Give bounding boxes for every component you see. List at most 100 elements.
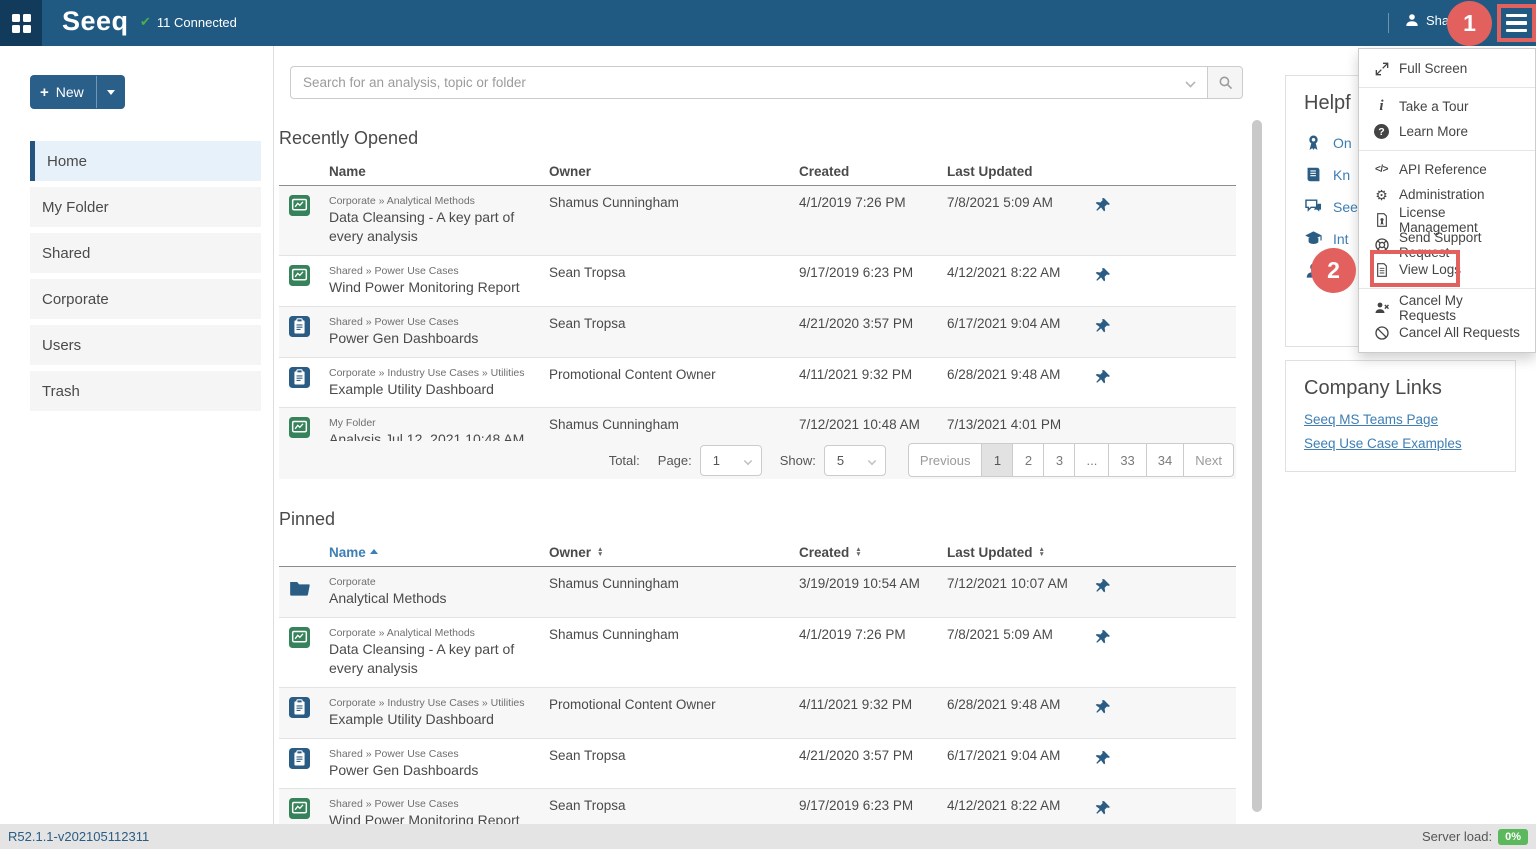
- page-button-1[interactable]: 1: [981, 443, 1013, 477]
- sidebar-item-home[interactable]: Home: [30, 141, 261, 181]
- new-button[interactable]: + New: [30, 75, 125, 109]
- column-header-owner-sort[interactable]: Owner ▲▼: [549, 541, 799, 566]
- search-button[interactable]: [1207, 66, 1243, 99]
- info-icon: i: [1373, 98, 1390, 115]
- sidebar-item-shared[interactable]: Shared: [30, 233, 261, 273]
- hamburger-menu-button[interactable]: [1497, 4, 1536, 42]
- breadcrumb[interactable]: Shared » Power Use Cases: [329, 316, 541, 328]
- server-load-badge: 0%: [1498, 829, 1528, 845]
- pin-icon[interactable]: [1094, 699, 1111, 716]
- menu-item-license-management[interactable]: License Management: [1359, 207, 1535, 232]
- pin-icon[interactable]: [1094, 629, 1111, 646]
- page-button-33[interactable]: 33: [1108, 443, 1146, 477]
- top-navbar: Seeq ✔ 11 Connected Sha: [0, 0, 1536, 46]
- breadcrumb[interactable]: Shared » Power Use Cases: [329, 798, 541, 810]
- table-row: Shared » Power Use Cases Wind Power Moni…: [279, 256, 1236, 307]
- vertical-scrollbar[interactable]: [1252, 120, 1262, 812]
- column-header-last-updated-sort[interactable]: Last Updated ▲▼: [947, 541, 1086, 566]
- menu-divider: [1359, 87, 1535, 88]
- breadcrumb[interactable]: Corporate: [329, 576, 541, 588]
- menu-item-administration[interactable]: ⚙ Administration: [1359, 182, 1535, 207]
- sidebar-item-users[interactable]: Users: [30, 325, 261, 365]
- chevron-down-icon: [868, 456, 876, 464]
- menu-item-api-reference[interactable]: </> API Reference: [1359, 157, 1535, 182]
- column-header-created-sort[interactable]: Created ▲▼: [799, 541, 947, 566]
- folder-icon: [289, 579, 310, 596]
- menu-divider: [1359, 150, 1535, 151]
- page-button-34[interactable]: 34: [1146, 443, 1184, 477]
- created-cell: 4/21/2020 3:57 PM: [799, 307, 947, 357]
- created-cell: 3/19/2019 10:54 AM: [799, 567, 947, 617]
- item-name-link[interactable]: Wind Power Monitoring Report: [329, 278, 541, 297]
- previous-page-button[interactable]: Previous: [908, 443, 983, 477]
- main-content: Recently Opened Name Owner Created Last …: [275, 46, 1268, 824]
- breadcrumb[interactable]: Shared » Power Use Cases: [329, 265, 541, 277]
- navbar-divider: [1388, 13, 1389, 33]
- topic-icon: [289, 367, 310, 388]
- item-name-link[interactable]: Power Gen Dashboards: [329, 329, 541, 348]
- chevron-down-icon[interactable]: [107, 90, 115, 95]
- sort-both-icon: ▲▼: [855, 548, 861, 557]
- user-menu[interactable]: Sha: [1404, 12, 1449, 28]
- menu-item-take-a-tour[interactable]: i Take a Tour: [1359, 94, 1535, 119]
- table-row: Corporate Analytical Methods Shamus Cunn…: [279, 567, 1236, 618]
- item-name-link[interactable]: Example Utility Dashboard: [329, 380, 541, 399]
- breadcrumb[interactable]: Corporate » Analytical Methods: [329, 195, 541, 207]
- pin-icon[interactable]: [1094, 369, 1111, 386]
- sidebar-item-corporate[interactable]: Corporate: [30, 279, 261, 319]
- pin-icon[interactable]: [1094, 318, 1111, 335]
- show-select[interactable]: 5: [824, 445, 886, 476]
- owner-cell: Sean Tropsa: [549, 739, 799, 789]
- page-label: Page:: [658, 453, 692, 468]
- item-name-link[interactable]: Data Cleansing - A key part of every ana…: [329, 640, 541, 678]
- ban-icon: [1373, 324, 1390, 341]
- apps-grid-icon: [12, 14, 31, 33]
- created-cell: 4/1/2019 7:26 PM: [799, 618, 947, 687]
- item-name-link[interactable]: Data Cleansing - A key part of every ana…: [329, 208, 541, 246]
- page-select[interactable]: 1: [700, 445, 762, 476]
- breadcrumb[interactable]: Shared » Power Use Cases: [329, 748, 541, 760]
- seeq-logo[interactable]: Seeq: [62, 6, 129, 37]
- status-bar: R52.1.1-v202105112311 Server load: 0%: [0, 824, 1536, 849]
- pin-icon[interactable]: [1094, 267, 1111, 284]
- company-link-teams[interactable]: Seeq MS Teams Page: [1304, 412, 1497, 427]
- breadcrumb[interactable]: Corporate » Industry Use Cases » Utiliti…: [329, 367, 541, 379]
- column-header-name-sort[interactable]: Name: [329, 541, 549, 566]
- connection-status-label: 11 Connected: [157, 15, 237, 30]
- next-page-button[interactable]: Next: [1183, 443, 1234, 477]
- apps-grid-button[interactable]: [0, 0, 42, 46]
- item-name-link[interactable]: Analytical Methods: [329, 589, 541, 608]
- created-cell: 9/17/2019 6:23 PM: [799, 256, 947, 306]
- item-name-link[interactable]: Example Utility Dashboard: [329, 710, 541, 729]
- server-load-label: Server load:: [1422, 829, 1492, 844]
- search-icon: [1217, 74, 1234, 91]
- page-ellipsis[interactable]: ...: [1074, 443, 1109, 477]
- pin-icon[interactable]: [1094, 800, 1111, 817]
- pin-icon[interactable]: [1094, 578, 1111, 595]
- company-link-use-cases[interactable]: Seeq Use Case Examples: [1304, 436, 1497, 451]
- connection-status[interactable]: ✔ 11 Connected: [140, 14, 237, 30]
- page-button-2[interactable]: 2: [1012, 443, 1044, 477]
- search-input[interactable]: [290, 66, 1207, 99]
- table-row: Shared » Power Use Cases Power Gen Dashb…: [279, 307, 1236, 358]
- menu-item-full-screen[interactable]: Full Screen: [1359, 56, 1535, 81]
- menu-item-cancel-my-requests[interactable]: Cancel My Requests: [1359, 295, 1535, 320]
- breadcrumb[interactable]: Corporate » Analytical Methods: [329, 627, 541, 639]
- breadcrumb[interactable]: My Folder: [329, 417, 541, 429]
- owner-cell: Shamus Cunningham: [549, 567, 799, 617]
- annotation-step-2-badge: 2: [1311, 248, 1356, 293]
- created-cell: 4/11/2021 9:32 PM: [799, 358, 947, 408]
- breadcrumb[interactable]: Corporate » Industry Use Cases » Utiliti…: [329, 697, 541, 709]
- pin-icon[interactable]: [1094, 197, 1111, 214]
- pin-icon[interactable]: [1094, 750, 1111, 767]
- sidebar-item-trash[interactable]: Trash: [30, 371, 261, 411]
- page-button-3[interactable]: 3: [1043, 443, 1075, 477]
- item-name-link[interactable]: Power Gen Dashboards: [329, 761, 541, 780]
- menu-item-cancel-all-requests[interactable]: Cancel All Requests: [1359, 320, 1535, 345]
- table-row: Corporate » Analytical Methods Data Clea…: [279, 618, 1236, 688]
- sidebar-item-my-folder[interactable]: My Folder: [30, 187, 261, 227]
- owner-cell: Promotional Content Owner: [549, 358, 799, 408]
- menu-item-learn-more[interactable]: ? Learn More: [1359, 119, 1535, 144]
- check-icon: ✔: [140, 14, 151, 30]
- created-cell: 4/21/2020 3:57 PM: [799, 739, 947, 789]
